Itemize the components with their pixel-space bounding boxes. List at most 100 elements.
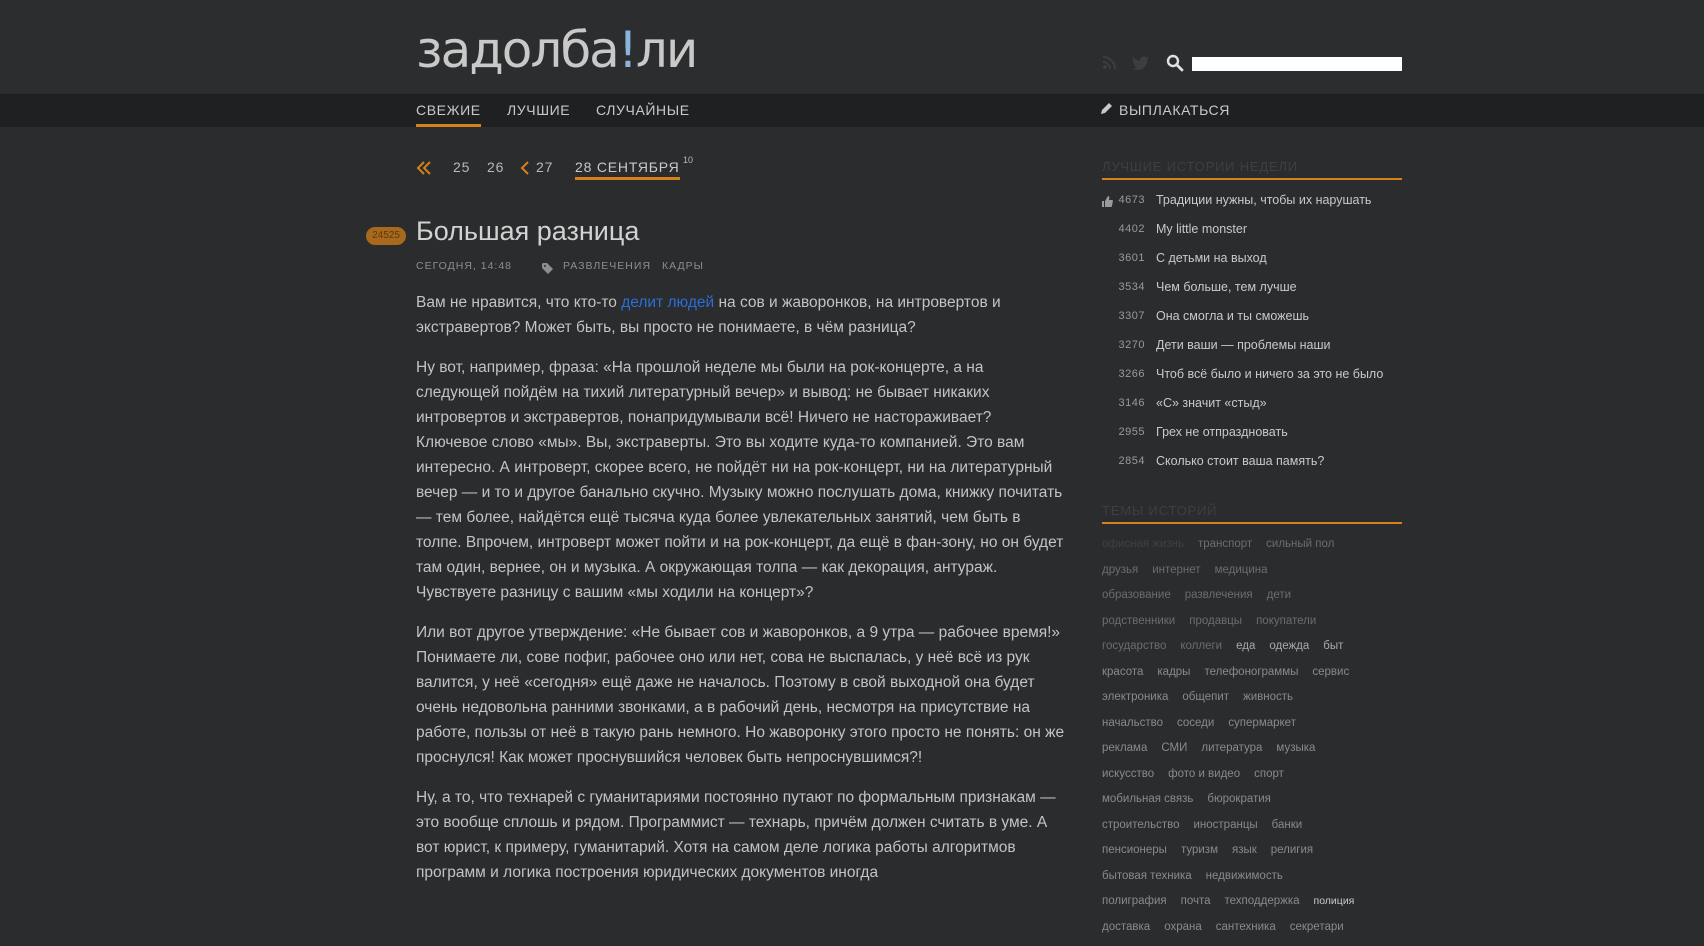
story-paragraph: Вам не нравится, что кто-то делит людей …: [416, 294, 1001, 336]
best-story-title[interactable]: Грех не отпраздновать: [1156, 425, 1288, 439]
topic-tag[interactable]: полиция: [1314, 895, 1355, 907]
topic-tag[interactable]: родственники: [1102, 615, 1175, 627]
topic-tag[interactable]: коллеги: [1180, 640, 1222, 652]
topic-tag[interactable]: реклама: [1102, 742, 1147, 754]
topic-tag[interactable]: фото и видео: [1168, 768, 1240, 780]
best-story-row[interactable]: 2955 Грех не отпраздновать: [1102, 422, 1288, 442]
best-story-row[interactable]: 3307 Она смогла и ты сможешь: [1102, 306, 1309, 326]
topics-heading: ТЕМЫ ИСТОРИЙ: [1102, 503, 1402, 524]
topic-tag[interactable]: общепит: [1182, 691, 1229, 703]
topic-tag[interactable]: секретари: [1290, 921, 1344, 933]
best-story-row[interactable]: 2854 Сколько стоит ваша память?: [1102, 451, 1325, 471]
topic-tag[interactable]: соседи: [1177, 717, 1214, 729]
best-story-row[interactable]: 3270 Дети ваши — проблемы наши: [1102, 335, 1331, 355]
topic-tag[interactable]: почта: [1181, 895, 1211, 907]
best-story-row[interactable]: 4402 My little monster: [1102, 219, 1247, 239]
nav-best[interactable]: ЛУЧШИЕ: [507, 102, 570, 118]
topic-tag[interactable]: электроника: [1102, 691, 1168, 703]
topic-tag[interactable]: техподдержка: [1225, 895, 1300, 907]
topic-tag[interactable]: офисная жизнь: [1102, 538, 1184, 550]
cry-button[interactable]: ВЫПЛАКАТЬСЯ: [1100, 102, 1230, 118]
chevron-left-icon[interactable]: [520, 161, 530, 180]
topic-tag[interactable]: друзья: [1102, 564, 1138, 576]
topic-tag[interactable]: бюрократия: [1207, 793, 1271, 805]
topic-tag[interactable]: государство: [1102, 640, 1166, 652]
topic-tag[interactable]: строительство: [1102, 819, 1179, 831]
best-story-title[interactable]: Дети ваши — проблемы наши: [1156, 338, 1331, 352]
topic-tag[interactable]: доставка: [1102, 921, 1150, 933]
best-story-title[interactable]: С детьми на выход: [1156, 251, 1267, 265]
best-story-row[interactable]: 4673 Традиции нужны, чтобы их нарушать: [1102, 190, 1372, 210]
story-paragraph: Ну, а то, что технарей с гуманитариями п…: [416, 789, 1056, 881]
story-paragraph: Или вот другое утверждение: «Не бывает с…: [416, 624, 1065, 766]
best-story-title[interactable]: Чем больше, тем лучше: [1156, 280, 1297, 294]
topic-tag-line: электроника общепит живность: [1102, 687, 1307, 705]
nav-random[interactable]: СЛУЧАЙНЫЕ: [596, 102, 690, 118]
topic-tag[interactable]: мобильная связь: [1102, 793, 1193, 805]
site-logo[interactable]: задолба!ли: [416, 20, 698, 80]
topic-tag[interactable]: спорт: [1254, 768, 1284, 780]
topic-tag[interactable]: недвижимость: [1206, 870, 1283, 882]
topic-tag-line: бытовая техника недвижимость: [1102, 866, 1297, 884]
story-tag-entertainment[interactable]: РАЗВЛЕЧЕНИЯ: [563, 260, 651, 272]
search-input[interactable]: [1192, 57, 1402, 71]
topic-tag[interactable]: образование: [1102, 589, 1171, 601]
story-tag-staff[interactable]: КАДРЫ: [662, 260, 704, 272]
topic-tag[interactable]: живность: [1243, 691, 1293, 703]
topic-tag[interactable]: продавцы: [1189, 615, 1242, 627]
topic-tag[interactable]: пенсионеры: [1102, 844, 1167, 856]
double-chevron-left-icon[interactable]: [416, 160, 432, 181]
story-rating-badge[interactable]: 24525: [366, 227, 406, 245]
topic-tag[interactable]: начальство: [1102, 717, 1163, 729]
best-story-row[interactable]: 3266 Чтоб всё было и ничего за это не был…: [1102, 364, 1384, 384]
topic-tag[interactable]: телефонограммы: [1204, 666, 1298, 678]
topic-tag[interactable]: сервис: [1312, 666, 1349, 678]
topic-tag[interactable]: банки: [1272, 819, 1303, 831]
pager-day-25[interactable]: 25: [453, 159, 470, 175]
topic-tag[interactable]: литература: [1201, 742, 1262, 754]
topic-tag[interactable]: интернет: [1152, 564, 1200, 576]
topic-tag[interactable]: развлечения: [1185, 589, 1253, 601]
pager-day-27[interactable]: 27: [536, 159, 553, 175]
best-story-title[interactable]: My little monster: [1156, 222, 1247, 236]
best-story-row[interactable]: 3146 «С» значит «стыд»: [1102, 393, 1267, 413]
best-story-title[interactable]: Она смогла и ты сможешь: [1156, 309, 1309, 323]
nav-fresh[interactable]: СВЕЖИЕ: [416, 102, 481, 127]
search-icon[interactable]: [1166, 54, 1184, 72]
topic-tag[interactable]: туризм: [1181, 844, 1218, 856]
topic-tag[interactable]: полиграфия: [1102, 895, 1167, 907]
best-story-title[interactable]: «С» значит «стыд»: [1156, 396, 1267, 410]
topic-tag[interactable]: медицина: [1215, 564, 1268, 576]
story-link[interactable]: делит людей: [621, 294, 714, 311]
topic-tag[interactable]: музыка: [1276, 742, 1315, 754]
topic-tag[interactable]: язык: [1232, 844, 1257, 856]
topic-tag-line: строительство иностранцы банки: [1102, 815, 1316, 833]
topic-tag[interactable]: охрана: [1164, 921, 1202, 933]
best-story-row[interactable]: 3534 Чем больше, тем лучше: [1102, 277, 1297, 297]
pager-day-26[interactable]: 26: [487, 159, 504, 175]
topic-tag[interactable]: дети: [1267, 589, 1291, 601]
topic-tag[interactable]: покупатели: [1256, 615, 1316, 627]
best-story-title[interactable]: Чтоб всё было и ничего за это не было: [1156, 367, 1383, 381]
best-story-title[interactable]: Традиции нужны, чтобы их нарушать: [1156, 193, 1371, 207]
topic-tag[interactable]: одежда: [1269, 640, 1309, 652]
topic-tag[interactable]: транспорт: [1198, 538, 1252, 550]
topic-tag[interactable]: бытовая техника: [1102, 870, 1192, 882]
best-story-title[interactable]: Сколько стоит ваша память?: [1156, 454, 1324, 468]
story-title[interactable]: Большая разница: [416, 216, 639, 247]
topic-tag[interactable]: религия: [1271, 844, 1313, 856]
topic-tag[interactable]: быт: [1323, 640, 1343, 652]
topic-tag[interactable]: иностранцы: [1193, 819, 1257, 831]
topic-tag[interactable]: супермаркет: [1228, 717, 1296, 729]
twitter-icon[interactable]: [1132, 56, 1150, 70]
best-story-count: 2854: [1118, 455, 1145, 467]
topic-tag[interactable]: искусство: [1102, 768, 1154, 780]
topic-tag[interactable]: красота: [1102, 666, 1143, 678]
topic-tag[interactable]: сильный пол: [1266, 538, 1334, 550]
topic-tag[interactable]: еда: [1236, 640, 1255, 652]
topic-tag[interactable]: кадры: [1157, 666, 1190, 678]
rss-icon[interactable]: [1102, 56, 1116, 70]
best-story-row[interactable]: 3601 С детьми на выход: [1102, 248, 1267, 268]
topic-tag[interactable]: СМИ: [1161, 742, 1187, 754]
topic-tag[interactable]: сантехника: [1216, 921, 1276, 933]
